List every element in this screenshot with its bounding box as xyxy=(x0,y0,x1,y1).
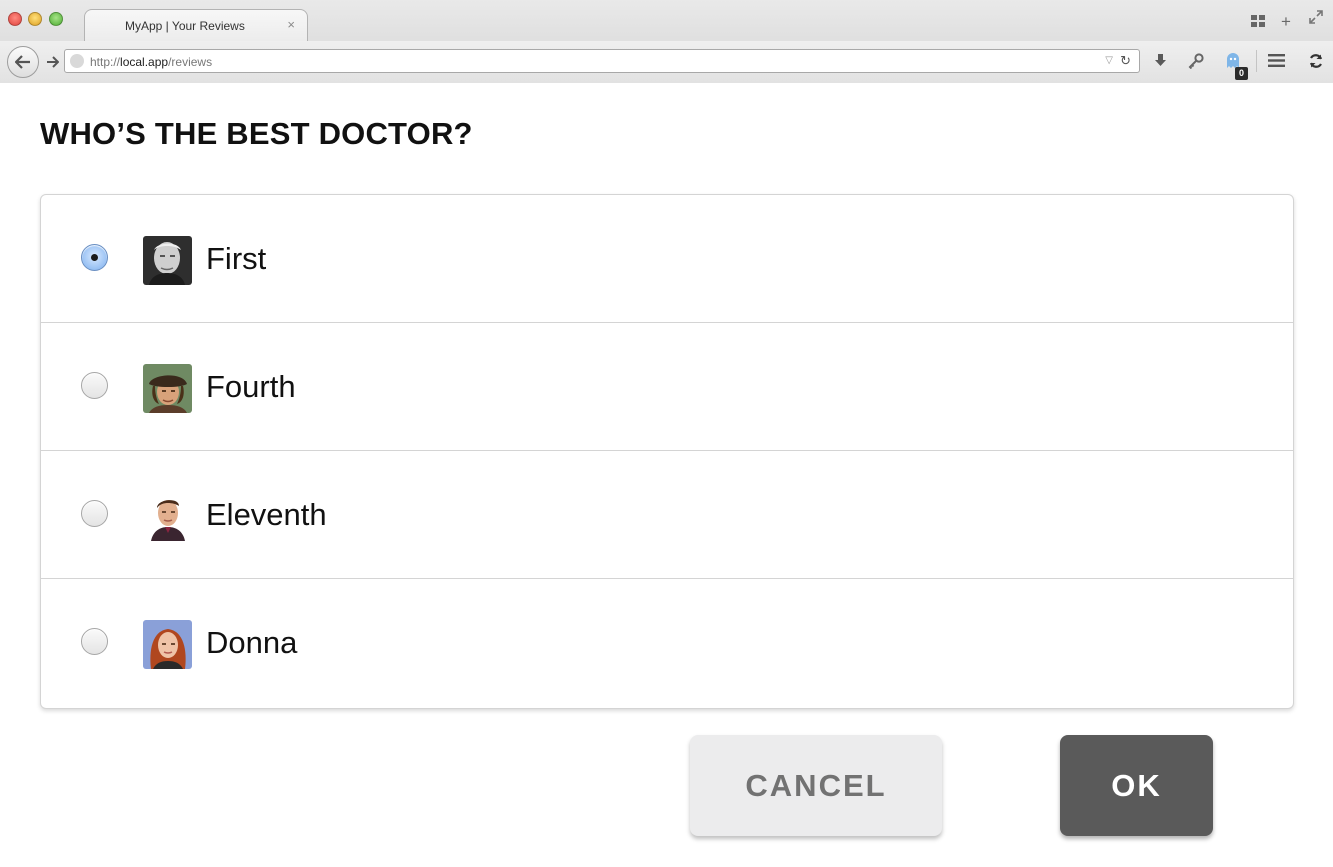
option-label: Donna xyxy=(206,625,298,660)
menu-icon[interactable] xyxy=(1268,54,1285,71)
option-fourth[interactable]: Fourth xyxy=(41,323,1293,451)
minimize-window-button[interactable] xyxy=(28,12,42,26)
avatar-fourth xyxy=(143,364,192,413)
download-icon[interactable] xyxy=(1153,53,1168,72)
option-label: Fourth xyxy=(206,369,296,404)
new-tab-icon[interactable]: + xyxy=(1281,12,1291,32)
option-eleventh[interactable]: Eleventh xyxy=(41,451,1293,579)
browser-chrome: MyApp | Your Reviews × + http://local.ap… xyxy=(0,0,1333,83)
option-donna[interactable]: Donna xyxy=(41,579,1293,707)
option-first[interactable]: First xyxy=(41,195,1293,323)
radio-first[interactable] xyxy=(81,244,108,271)
avatar-first xyxy=(143,236,192,285)
address-bar[interactable]: http://local.app/reviews ▽ ↻ xyxy=(64,49,1140,73)
cancel-button[interactable]: CANCEL xyxy=(690,735,942,836)
option-label: Eleventh xyxy=(206,497,327,532)
globe-icon xyxy=(70,54,84,68)
tab-title: MyApp | Your Reviews xyxy=(125,19,245,33)
tab-groups-icon[interactable] xyxy=(1251,14,1265,30)
avatar-donna xyxy=(143,620,192,669)
extension-badge: 0 xyxy=(1235,67,1248,80)
tab-close-icon[interactable]: × xyxy=(287,17,295,32)
fullscreen-icon[interactable] xyxy=(1309,10,1323,27)
forward-button[interactable] xyxy=(41,52,63,72)
nav-buttons xyxy=(7,46,63,78)
key-icon[interactable] xyxy=(1188,53,1204,73)
avatar-eleventh xyxy=(143,492,192,541)
navigation-toolbar: http://local.app/reviews ▽ ↻ 0 xyxy=(0,41,1333,83)
ok-button[interactable]: OK xyxy=(1060,735,1213,836)
option-label: First xyxy=(206,241,267,276)
toolbar-divider xyxy=(1256,50,1257,72)
close-window-button[interactable] xyxy=(8,12,22,26)
question-heading: WHO’S THE BEST DOCTOR? xyxy=(40,116,473,151)
reload-icon[interactable]: ↻ xyxy=(1120,53,1131,69)
radio-donna[interactable] xyxy=(81,628,108,655)
options-list: First Fourth Eleventh Donna xyxy=(40,194,1294,709)
radio-eleventh[interactable] xyxy=(81,500,108,527)
url-dropdown-icon[interactable]: ▽ xyxy=(1105,55,1113,66)
back-button[interactable] xyxy=(7,46,39,78)
sync-icon[interactable] xyxy=(1308,53,1324,73)
radio-fourth[interactable] xyxy=(81,372,108,399)
page-content: WHO’S THE BEST DOCTOR? First Fourth Elev… xyxy=(0,84,1333,867)
radio-selected-dot xyxy=(91,254,98,261)
browser-tab[interactable]: MyApp | Your Reviews × xyxy=(84,9,308,41)
back-arrow-icon xyxy=(15,55,30,69)
url-text[interactable]: http://local.app/reviews xyxy=(90,55,212,69)
zoom-window-button[interactable] xyxy=(49,12,63,26)
forward-arrow-icon xyxy=(46,56,59,68)
